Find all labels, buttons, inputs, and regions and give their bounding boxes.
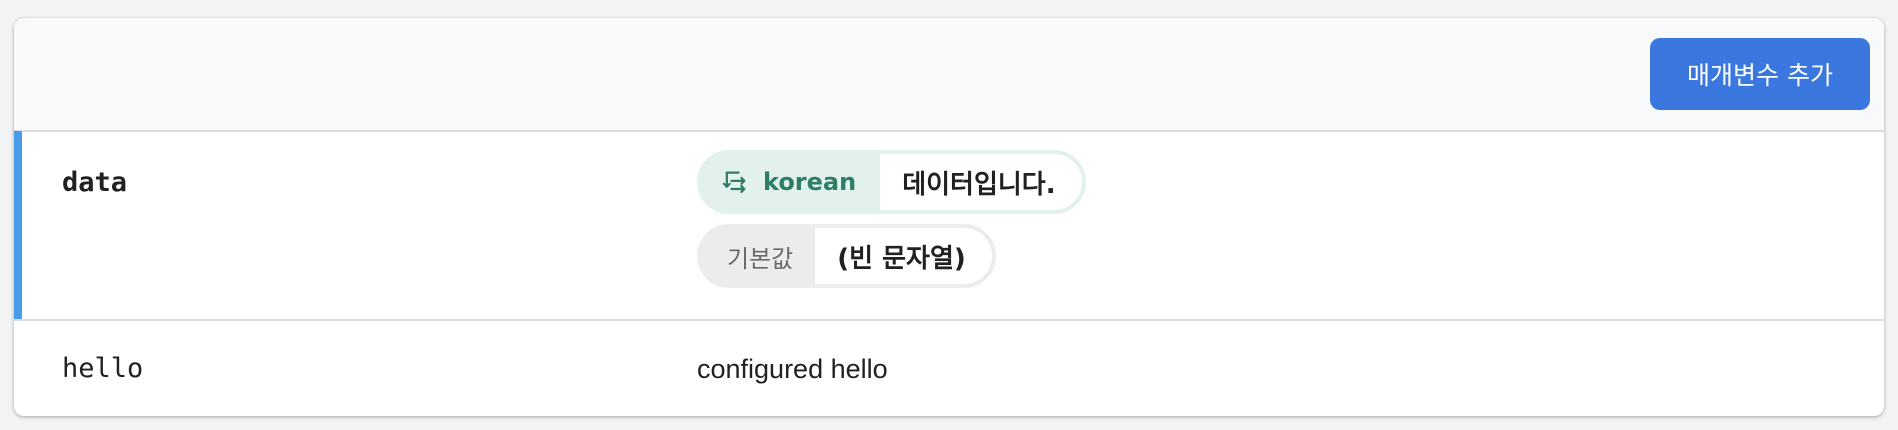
- swap-horiz-icon: [721, 168, 749, 196]
- source-chip-label: korean: [701, 154, 881, 210]
- selected-row-indicator: [14, 131, 22, 319]
- add-parameter-button[interactable]: 매개변수 추가: [1650, 38, 1870, 110]
- source-value-chip: korean 데이터입니다.: [697, 150, 1086, 214]
- parameter-name: hello: [62, 353, 144, 384]
- source-name: korean: [763, 168, 857, 196]
- default-value: (빈 문자열): [815, 228, 992, 284]
- parameter-value: configured hello: [697, 354, 888, 384]
- default-chip-label: 기본값: [701, 228, 816, 284]
- source-value: 데이터입니다.: [880, 154, 1082, 210]
- parameter-row-data[interactable]: data korean 데이터입니다. 기본값 (빈 문자열): [14, 131, 1884, 321]
- card-toolbar: 매개변수 추가: [14, 18, 1884, 132]
- parameter-name: data: [62, 167, 128, 198]
- default-value-chip: 기본값 (빈 문자열): [697, 224, 996, 288]
- parameter-row-hello[interactable]: hello configured hello: [14, 321, 1884, 416]
- parameters-card: 매개변수 추가 data korean 데이터입니다. 기본값 (빈 문자열) …: [14, 18, 1884, 416]
